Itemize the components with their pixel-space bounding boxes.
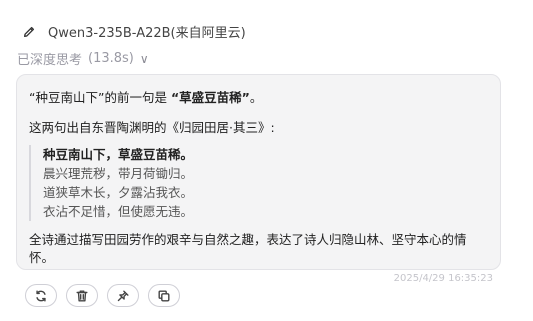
regenerate-button[interactable] (25, 284, 57, 307)
pin-button[interactable] (107, 284, 139, 307)
answer-highlight: “草盛豆苗稀” (170, 90, 250, 105)
answer-paragraph: “种豆南山下”的前一句是 “草盛豆苗稀”。 (29, 89, 488, 107)
copy-icon (158, 289, 170, 302)
source-paragraph: 这两句出自东晋陶渊明的《归园田居·其三》: (29, 120, 275, 135)
chevron-down-icon: ∨ (139, 51, 149, 66)
chat-message-root: Qwen3-235B-A22B(来自阿里云) 已深度思考 (13.8s) ∨ “种… (0, 0, 533, 321)
trash-icon (76, 289, 88, 302)
message-actions (25, 284, 180, 307)
poem-line: 晨兴理荒秽，带月荷锄归。 (43, 166, 194, 181)
answer-suffix: 。 (249, 90, 263, 105)
copy-button[interactable] (148, 284, 180, 307)
answer-prefix: “种豆南山下”的前一句是 (29, 90, 171, 105)
poem-line: 道狭草木长，夕露沾我衣。 (43, 185, 194, 200)
summary-paragraph: 全诗通过描写田园劳作的艰辛与自然之趣，表达了诗人归隐山林、坚守本心的情怀。 (29, 232, 467, 265)
pencil-icon (20, 23, 38, 41)
thinking-duration: (13.8s) (88, 51, 134, 66)
pin-icon (117, 289, 129, 301)
refresh-icon (36, 289, 46, 302)
poem-blockquote: 种豆南山下，草盛豆苗稀。 晨兴理荒秽，带月荷锄归。 道狭草木长，夕露沾我衣。 衣… (29, 145, 488, 221)
thinking-label: 已深度思考 (17, 53, 83, 68)
poem-line: 种豆南山下，草盛豆苗稀。 (43, 147, 194, 162)
model-header: Qwen3-235B-A22B(来自阿里云) (20, 22, 246, 41)
assistant-message-bubble: “种豆南山下”的前一句是 “草盛豆苗稀”。 这两句出自东晋陶渊明的《归园田居·其… (16, 74, 501, 270)
poem-line: 衣沾不足惜，但使愿无违。 (43, 204, 194, 219)
model-name: Qwen3-235B-A22B(来自阿里云) (48, 26, 246, 41)
delete-button[interactable] (66, 284, 98, 307)
message-timestamp: 2025/4/29 16:35:23 (393, 273, 493, 284)
thinking-toggle[interactable]: 已深度思考 (13.8s) ∨ (17, 49, 149, 68)
